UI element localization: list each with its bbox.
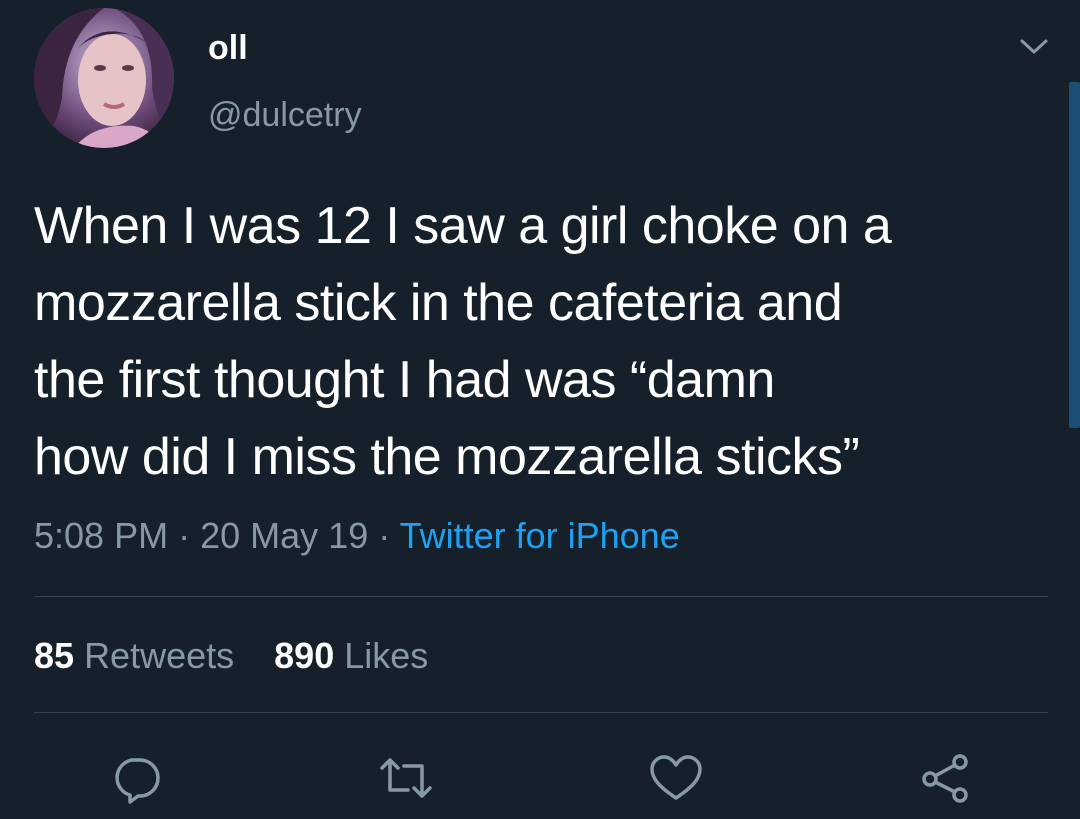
profile-photo-image: [34, 8, 174, 148]
author-handle[interactable]: @dulcetry: [208, 95, 362, 135]
meta-separator: ·: [178, 515, 191, 556]
tweet-meta: 5:08 PM · 20 May 19 · Twitter for iPhone: [34, 514, 680, 558]
heart-icon[interactable]: [648, 752, 704, 804]
divider: [34, 712, 1048, 713]
tweet-text: When I was 12 I saw a girl choke on a mo…: [34, 197, 892, 486]
avatar[interactable]: [34, 8, 174, 148]
author-display-name[interactable]: oll: [208, 28, 248, 68]
likes-stat[interactable]: 890 Likes: [274, 635, 428, 676]
tweet-time: 5:08 PM: [34, 515, 169, 556]
tweet-stats: 85 Retweets 890 Likes: [34, 634, 458, 678]
meta-separator: ·: [378, 515, 391, 556]
share-icon[interactable]: [918, 752, 974, 804]
likes-label: Likes: [344, 635, 429, 676]
retweets-label: Retweets: [84, 635, 235, 676]
retweet-icon[interactable]: [378, 752, 434, 804]
retweets-stat[interactable]: 85 Retweets: [34, 635, 234, 676]
reply-icon[interactable]: [108, 752, 164, 804]
tweet-date: 20 May 19: [200, 515, 369, 556]
scrollbar[interactable]: [1069, 82, 1080, 428]
tweet-source-link[interactable]: Twitter for iPhone: [400, 515, 680, 556]
likes-count: 890: [274, 635, 335, 676]
retweets-count: 85: [34, 635, 75, 676]
chevron-down-icon[interactable]: [1016, 32, 1052, 60]
divider: [34, 596, 1048, 597]
